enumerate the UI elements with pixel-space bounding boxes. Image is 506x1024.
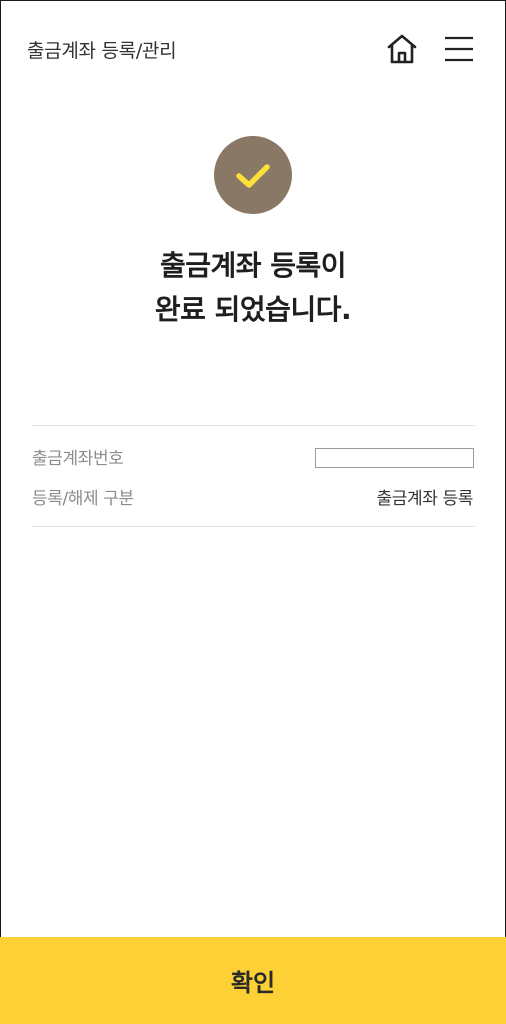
- completion-message-line1: 출금계좌 등록이: [159, 249, 347, 282]
- registration-type-value: 출금계좌 등록: [376, 489, 474, 509]
- completion-message-line2: 완료 되었습니다.: [154, 293, 352, 326]
- home-icon: [387, 34, 417, 64]
- detail-row-account-number: 출금계좌번호: [32, 444, 475, 469]
- hamburger-menu-icon: [445, 36, 473, 62]
- app-header: 출금계좌 등록/관리: [0, 0, 506, 100]
- account-number-value-box: [315, 448, 474, 468]
- check-icon: [236, 164, 270, 188]
- registration-details: 출금계좌번호 등록/해제 구분 출금계좌 등록: [32, 425, 475, 527]
- completion-message: 출금계좌 등록이 완료 되었습니다.: [0, 244, 506, 332]
- home-button[interactable]: [384, 31, 420, 67]
- page-title: 출금계좌 등록/관리: [27, 40, 177, 62]
- detail-row-registration-type: 등록/해제 구분 출금계좌 등록: [32, 484, 475, 509]
- account-number-label: 출금계좌번호: [32, 449, 124, 469]
- confirm-button-label: 확인: [230, 969, 276, 997]
- confirm-button[interactable]: 확인: [0, 937, 506, 1024]
- registration-type-label: 등록/해제 구분: [32, 489, 134, 509]
- success-badge: [214, 136, 292, 214]
- menu-button[interactable]: [442, 33, 476, 65]
